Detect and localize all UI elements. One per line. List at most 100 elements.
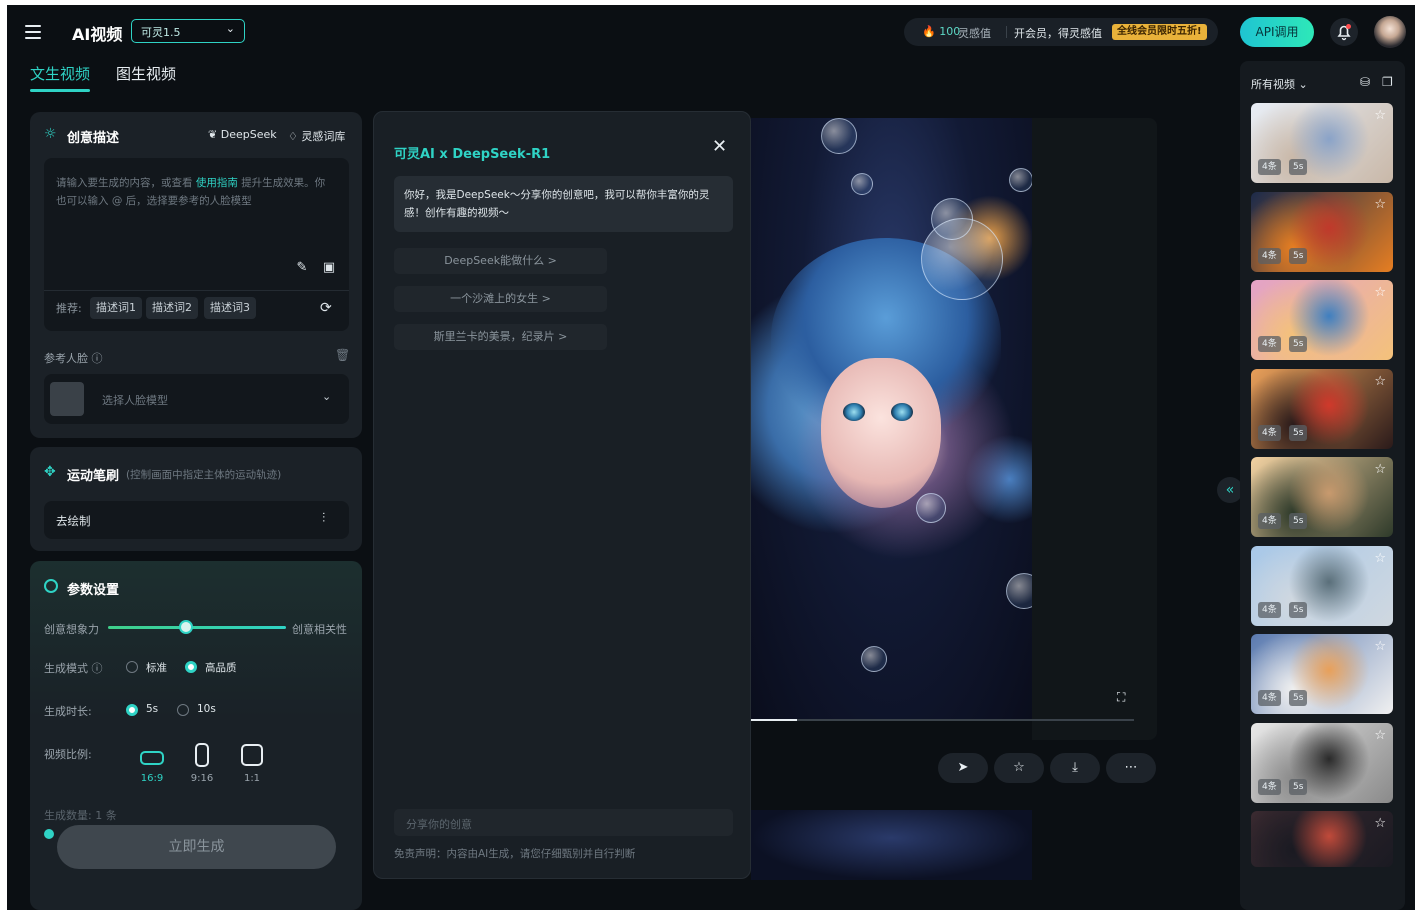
thumbnail-duration: 5s: [1289, 778, 1308, 795]
generate-button[interactable]: 立即生成: [57, 825, 336, 869]
video-thumbnail[interactable]: ☆: [1251, 811, 1393, 867]
star-icon[interactable]: ☆: [1374, 816, 1386, 831]
credits-bar[interactable]: 🔥 100 灵感值 开会员，得灵感值 全线会员限时五折!: [904, 18, 1218, 46]
vip-link[interactable]: 开会员，得灵感值: [1014, 25, 1102, 41]
thumbnail-count: 4条: [1258, 513, 1281, 529]
motion-icon: ✥: [44, 464, 56, 480]
video-progress[interactable]: [751, 719, 1134, 721]
star-icon[interactable]: ☆: [1374, 197, 1386, 212]
thumbnail-count: 4条: [1258, 424, 1281, 441]
prompt-input[interactable]: 请输入要生成的内容，或查看 使用指南 提升生成效果。你也可以输入 @ 后，选择要…: [44, 158, 349, 331]
trash-icon[interactable]: 🗑: [335, 348, 350, 362]
count-slider-handle[interactable]: [44, 829, 54, 839]
ratio-16-9-button[interactable]: [140, 751, 164, 765]
suggest-chip[interactable]: 描述词3: [204, 297, 256, 319]
chat-suggestion[interactable]: 一个沙滩上的女生 >: [394, 286, 607, 312]
model-select[interactable]: 可灵1.5 ⌄: [131, 19, 245, 43]
guide-link[interactable]: 使用指南: [196, 177, 238, 189]
chat-suggestion[interactable]: DeepSeek能做什么 >: [394, 248, 607, 274]
star-icon[interactable]: ☆: [1374, 551, 1386, 566]
video-thumbnail[interactable]: 4条 5s ☆: [1251, 634, 1393, 714]
tab-text-to-video[interactable]: 文生视频: [30, 63, 90, 84]
thumbnail-count: 4条: [1258, 159, 1281, 175]
bubble: [821, 118, 857, 154]
suggest-chip[interactable]: 描述词2: [146, 297, 198, 319]
chat-input-placeholder: 分享你的创意: [406, 818, 472, 831]
recommend-label: 推荐:: [56, 302, 82, 315]
tab-image-to-video[interactable]: 图生视频: [116, 63, 176, 84]
creative-panel: ☼ 创意描述 ❦ DeepSeek ♢ 灵感词库 请输入要生成的内容，或查看 使…: [30, 112, 362, 438]
video-thumbnail[interactable]: 4条 5s ☆: [1251, 368, 1393, 449]
refresh-icon[interactable]: ⟳: [320, 300, 332, 316]
radio-high-quality[interactable]: [185, 661, 197, 673]
credits-unit: 灵感值: [958, 27, 991, 40]
settings-icon: [44, 579, 58, 593]
divider: [44, 290, 349, 291]
notification-button[interactable]: [1330, 18, 1358, 46]
suggest-chip[interactable]: 描述词1: [90, 297, 142, 319]
favorite-button[interactable]: ☆: [994, 753, 1044, 783]
video-thumbnail[interactable]: 4条 5s ☆: [1251, 280, 1393, 360]
star-icon[interactable]: ☆: [1374, 639, 1386, 654]
avatar[interactable]: [1374, 16, 1406, 48]
radio-10s[interactable]: [177, 704, 189, 716]
video-thumbnail[interactable]: 4条 5s ☆: [1251, 545, 1393, 626]
api-button[interactable]: API调用: [1240, 17, 1314, 47]
library-link[interactable]: ♢ 灵感词库: [288, 128, 345, 144]
menu-icon[interactable]: [25, 25, 41, 39]
video-filter-select[interactable]: 所有视频 ⌄: [1251, 76, 1308, 92]
star-icon[interactable]: ☆: [1374, 285, 1386, 300]
creativity-slider[interactable]: [108, 626, 286, 629]
database-icon[interactable]: ⛁: [1360, 75, 1370, 89]
credits-count: 🔥 100: [922, 25, 961, 38]
chat-input[interactable]: 分享你的创意: [394, 809, 733, 836]
bubble: [916, 493, 946, 523]
star-icon[interactable]: ☆: [1374, 728, 1386, 743]
star-icon[interactable]: ☆: [1374, 462, 1386, 477]
thumbnail-duration: 5s: [1289, 424, 1308, 441]
radio-5s[interactable]: [126, 704, 138, 716]
chat-message-text: 你好，我是DeepSeek～分享你的创意吧，我可以帮你丰富你的灵感！创作有趣的视…: [404, 189, 710, 219]
thumbnail-duration: 5s: [1289, 247, 1308, 264]
video-thumbnail[interactable]: 4条 5s ☆: [1251, 457, 1393, 537]
video-thumbnail[interactable]: 4条 5s ☆: [1251, 191, 1393, 272]
face-select[interactable]: 选择人脸模型 ⌄: [44, 374, 349, 424]
draw-button[interactable]: 去绘制 ⫶: [44, 501, 349, 539]
download-button[interactable]: ⤓: [1050, 753, 1100, 783]
radio-standard[interactable]: [126, 661, 138, 673]
share-button[interactable]: ➤: [938, 753, 988, 783]
video-preview[interactable]: [751, 118, 1032, 720]
page-title: AI视频: [72, 25, 123, 44]
face-label: 参考人脸 ⓘ: [44, 352, 103, 365]
star-icon[interactable]: ☆: [1374, 108, 1386, 123]
divider: [1006, 26, 1007, 38]
creative-title: 创意描述: [67, 131, 120, 146]
thumbnail-count: 4条: [1258, 336, 1281, 352]
ratio-label: 视频比例:: [44, 748, 92, 761]
more-button[interactable]: ⋯: [1106, 753, 1156, 783]
promo-badge: 全线会员限时五折!: [1112, 24, 1207, 40]
ratio-9-16-button[interactable]: [195, 743, 209, 767]
copy-icon[interactable]: ❐: [1382, 75, 1393, 89]
star-icon[interactable]: ☆: [1374, 374, 1386, 389]
next-video-preview[interactable]: [751, 810, 1032, 880]
close-icon[interactable]: ✕: [712, 136, 727, 157]
chat-suggestion[interactable]: 斯里兰卡的美景，纪录片 >: [394, 324, 607, 350]
video-thumbnail[interactable]: 4条 5s ☆: [1251, 722, 1393, 803]
app-window: AI视频 可灵1.5 ⌄ 🔥 100 灵感值 开会员，得灵感值 全线会员限时五折…: [7, 5, 1415, 910]
info-icon: ⓘ: [91, 662, 103, 675]
thumbnail-duration: 5s: [1289, 601, 1308, 618]
deepseek-link[interactable]: ❦ DeepSeek: [208, 128, 277, 141]
magic-wand-icon[interactable]: ✎: [295, 261, 309, 275]
video-thumbnail[interactable]: 4条 5s ☆: [1251, 103, 1393, 183]
thumbnail-count: 4条: [1258, 690, 1281, 706]
slider-handle[interactable]: [179, 620, 193, 634]
tab-underline: [30, 89, 90, 92]
face-shape: [821, 358, 941, 508]
bubble: [931, 198, 973, 240]
fullscreen-icon[interactable]: ⛶: [1117, 690, 1125, 705]
ratio-1-1-button[interactable]: [241, 744, 263, 766]
chat-message: 你好，我是DeepSeek～分享你的创意吧，我可以帮你丰富你的灵感！创作有趣的视…: [394, 176, 733, 232]
edit-icon[interactable]: ▣: [322, 261, 336, 275]
mode-label: 生成模式 ⓘ: [44, 662, 103, 675]
